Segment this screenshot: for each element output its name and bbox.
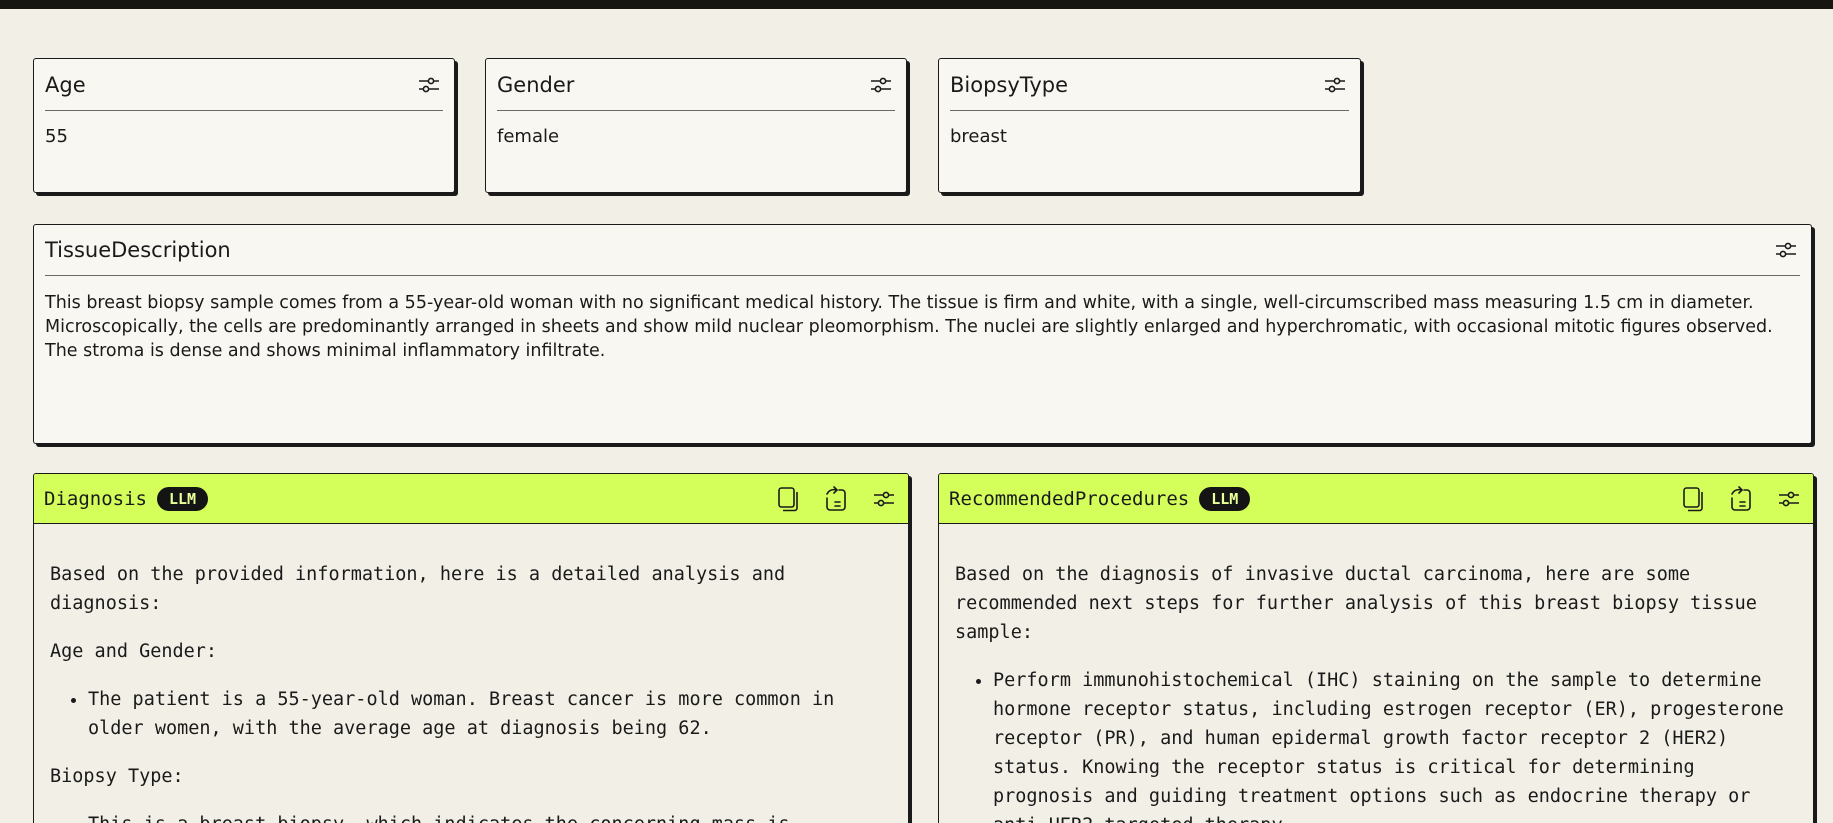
diagnosis-section-heading: Biopsy Type:: [50, 766, 184, 787]
diagnosis-output-label: Diagnosis: [44, 487, 147, 510]
biopsy-type-field-card: BiopsyType breast: [938, 58, 1361, 193]
diagnosis-output-body: Based on the provided information, here …: [34, 524, 908, 823]
sliders-icon[interactable]: [415, 71, 443, 99]
diagnosis-intro: Based on the provided information, here …: [50, 564, 786, 614]
gender-field-value[interactable]: female: [486, 111, 906, 147]
recommended-procedures-output-header: RecommendedProcedures LLM: [939, 474, 1813, 524]
copy-icon[interactable]: [1679, 485, 1707, 513]
gender-field-header: Gender: [497, 59, 895, 111]
llm-badge: LLM: [156, 486, 209, 511]
list-item: Perform immunohistochemical (IHC) staini…: [993, 666, 1797, 823]
diagnosis-bullet-list: This is a breast biopsy, which indicates…: [50, 810, 892, 823]
export-icon[interactable]: [822, 485, 850, 513]
recommended-procedures-bullet-list: Perform immunohistochemical (IHC) staini…: [955, 666, 1797, 823]
biopsy-type-field-label: BiopsyType: [950, 72, 1069, 97]
tissue-description-header: TissueDescription: [45, 225, 1800, 276]
copy-icon[interactable]: [774, 485, 802, 513]
recommended-procedures-output-card: RecommendedProcedures LLM Based on the d…: [938, 473, 1814, 823]
diagnosis-section-heading: Age and Gender:: [50, 641, 218, 662]
sliders-icon[interactable]: [1772, 236, 1800, 264]
diagnosis-bullet-list: The patient is a 55-year-old woman. Brea…: [50, 685, 892, 743]
biopsy-type-field-value[interactable]: breast: [939, 111, 1360, 147]
age-field-value[interactable]: 55: [34, 111, 454, 147]
age-field-label: Age: [45, 72, 86, 97]
gender-field-label: Gender: [497, 72, 575, 97]
recommended-procedures-output-label: RecommendedProcedures: [949, 487, 1190, 510]
diagnosis-output-card: Diagnosis LLM Based on the provided info…: [33, 473, 909, 823]
sliders-icon[interactable]: [870, 485, 898, 513]
age-field-header: Age: [45, 59, 443, 111]
export-icon[interactable]: [1727, 485, 1755, 513]
tissue-description-label: TissueDescription: [45, 238, 231, 262]
sliders-icon[interactable]: [1321, 71, 1349, 99]
list-item: This is a breast biopsy, which indicates…: [88, 810, 892, 823]
sliders-icon[interactable]: [1775, 485, 1803, 513]
recommended-procedures-output-body: Based on the diagnosis of invasive ducta…: [939, 524, 1813, 823]
list-item: The patient is a 55-year-old woman. Brea…: [88, 685, 892, 743]
biopsy-type-field-header: BiopsyType: [950, 59, 1349, 111]
top-bar: [0, 0, 1833, 9]
sliders-icon[interactable]: [867, 71, 895, 99]
diagnosis-output-header: Diagnosis LLM: [34, 474, 908, 524]
tissue-description-value[interactable]: This breast biopsy sample comes from a 5…: [34, 276, 1811, 363]
recommended-procedures-intro: Based on the diagnosis of invasive ducta…: [955, 564, 1757, 643]
age-field-card: Age 55: [33, 58, 455, 193]
llm-badge: LLM: [1199, 486, 1251, 511]
tissue-description-card: TissueDescription This breast biopsy sam…: [33, 224, 1812, 444]
gender-field-card: Gender female: [485, 58, 907, 193]
